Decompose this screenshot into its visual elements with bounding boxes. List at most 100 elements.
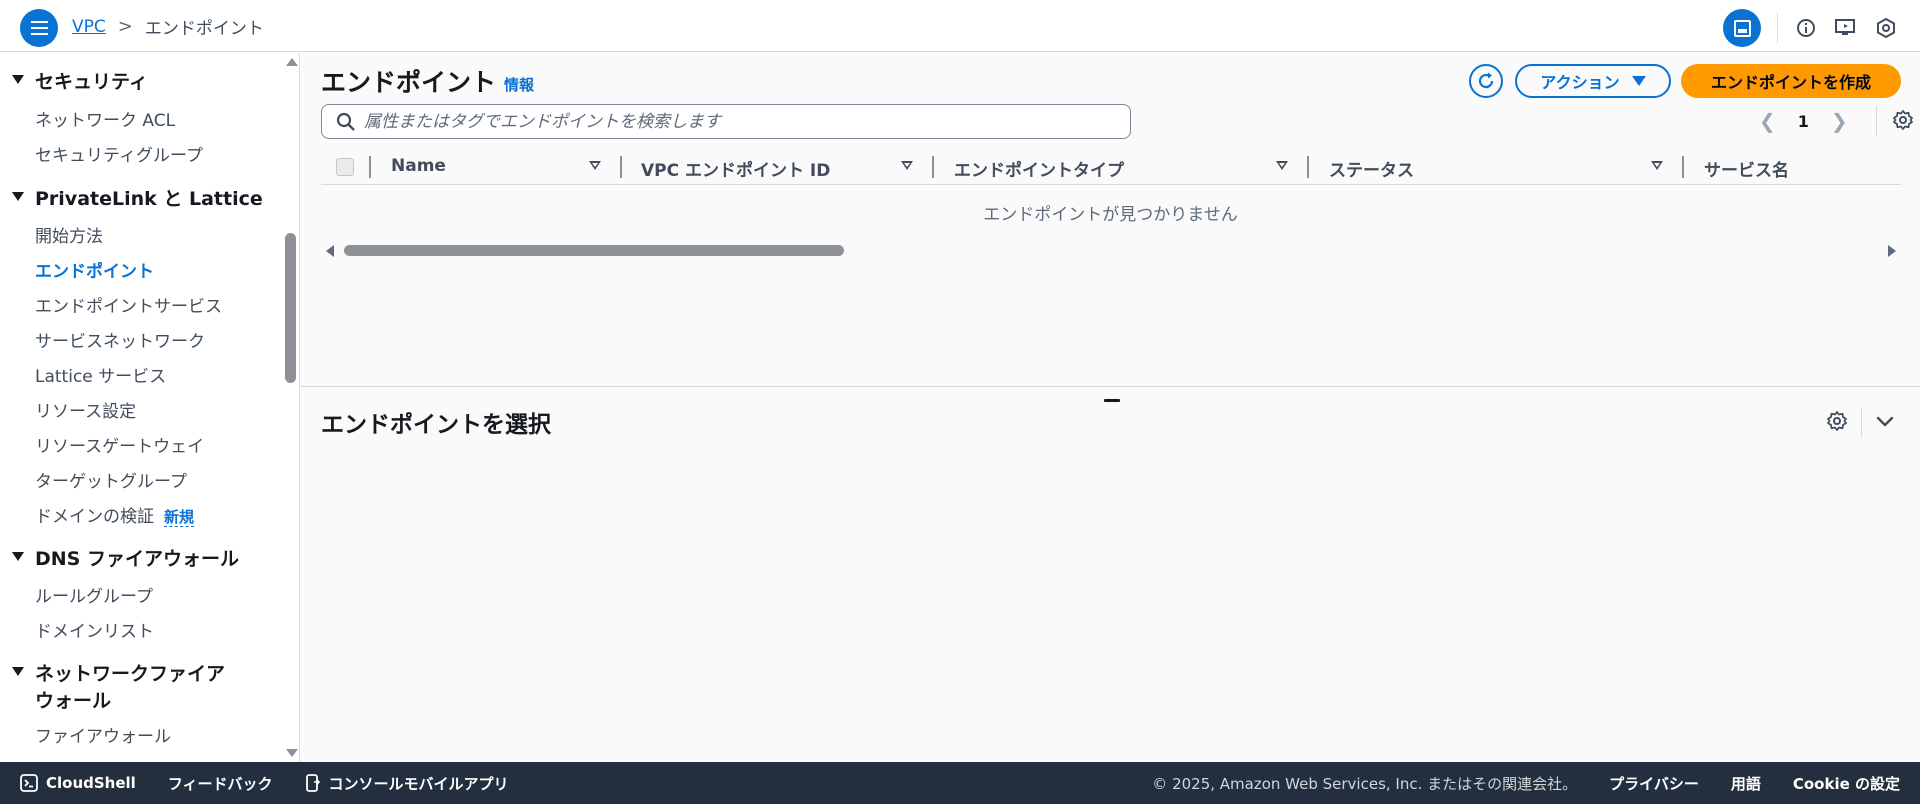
terms-link[interactable]: 用語 (1731, 773, 1761, 794)
sidebar-item-rule-groups[interactable]: ルールグループ (35, 582, 153, 607)
sidebar-item-endpoint-services[interactable]: エンドポイントサービス (35, 292, 222, 317)
column-divider (1307, 156, 1309, 178)
panel-layout-icon[interactable] (1723, 9, 1761, 47)
main-content: エンドポイント 情報 アクション エンドポイントを作成 ❮ 1 ❯ Name (301, 53, 1920, 762)
sidebar-item-firewalls[interactable]: ファイアウォール (35, 722, 171, 747)
mobile-app-link[interactable]: コンソールモバイルアプリ (305, 773, 509, 794)
menu-icon[interactable] (20, 9, 58, 47)
column-header-name[interactable]: Name (391, 156, 446, 176)
collapse-chevron-down-icon[interactable] (1874, 410, 1896, 436)
breadcrumb: VPC > エンドポイント (72, 14, 264, 39)
caret-down-icon (12, 552, 24, 561)
sidebar-item-domain-verification[interactable]: ドメインの検証 新規 (35, 502, 195, 527)
caret-down-icon (12, 192, 24, 201)
sidebar-item-network-acl[interactable]: ネットワーク ACL (35, 106, 175, 131)
table-header: Name VPC エンドポイント ID エンドポイントタイプ ステータス サービ… (321, 147, 1901, 185)
table-settings-gear-icon[interactable] (1892, 109, 1914, 135)
refresh-icon (1478, 72, 1494, 89)
previous-page-icon[interactable]: ❮ (1759, 109, 1776, 133)
cloudshell-button[interactable]: CloudShell (20, 774, 136, 792)
divider (1777, 13, 1778, 43)
info-link[interactable]: 情報 (504, 74, 534, 95)
detail-panel-title: エンドポイントを選択 (321, 412, 551, 438)
sidebar-item-resource-gateways[interactable]: リソースゲートウェイ (35, 432, 204, 457)
actions-label: アクション (1540, 73, 1620, 92)
divider (1876, 106, 1877, 136)
sidebar-item-service-networks[interactable]: サービスネットワーク (35, 327, 205, 352)
console-footer: CloudShell フィードバック コンソールモバイルアプリ © 2025, … (0, 762, 1920, 804)
create-endpoint-button[interactable]: エンドポイントを作成 (1681, 64, 1901, 98)
sidebar-section-privatelink[interactable]: PrivateLink と Lattice (12, 184, 263, 211)
refresh-button[interactable] (1469, 64, 1503, 98)
sidebar-item-target-groups[interactable]: ターゲットグループ (35, 467, 187, 492)
mobile-app-icon (305, 774, 320, 792)
column-header-status[interactable]: ステータス (1329, 156, 1414, 181)
search-icon (336, 112, 355, 131)
breadcrumb-current: エンドポイント (144, 19, 264, 39)
cloudshell-icon (20, 774, 38, 792)
divider (1861, 407, 1862, 437)
detail-settings-gear-icon[interactable] (1826, 410, 1848, 436)
sidebar-section-title-line1: ネットワークファイア (35, 663, 226, 685)
sidebar-item-resource-configurations[interactable]: リソース設定 (35, 397, 136, 422)
search-field[interactable] (321, 104, 1131, 139)
caret-down-icon (12, 75, 24, 84)
split-panel-drag-handle[interactable] (1104, 399, 1120, 402)
select-all-checkbox[interactable] (336, 158, 354, 176)
cookie-preferences-link[interactable]: Cookie の設定 (1793, 773, 1900, 794)
scroll-up-arrow-icon[interactable] (286, 58, 298, 66)
sort-icon[interactable] (589, 161, 601, 170)
sidebar-item-lattice-services[interactable]: Lattice サービス (35, 362, 166, 387)
column-header-endpoint-type[interactable]: エンドポイントタイプ (954, 156, 1124, 181)
sort-icon[interactable] (1276, 161, 1288, 170)
page-title: エンドポイント (321, 68, 497, 97)
column-header-vpc-endpoint-id[interactable]: VPC エンドポイント ID (641, 156, 830, 181)
caret-down-icon (12, 667, 24, 676)
sidebar-section-network-firewall[interactable]: ネットワークファイア ウォール (12, 659, 225, 713)
footer-right: © 2025, Amazon Web Services, Inc. またはその関… (1152, 773, 1900, 794)
copyright-text: © 2025, Amazon Web Services, Inc. またはその関… (1152, 774, 1578, 793)
scrollbar-thumb[interactable] (344, 245, 844, 256)
scroll-left-arrow-icon[interactable] (326, 245, 334, 257)
sidebar-section-title: PrivateLink と Lattice (35, 188, 263, 210)
next-page-icon[interactable]: ❯ (1831, 109, 1848, 133)
sidebar-section-security[interactable]: セキュリティ (12, 67, 148, 94)
empty-table-message: エンドポイントが見つかりません (983, 205, 1238, 225)
feedback-monitor-icon[interactable] (1834, 16, 1858, 40)
feedback-link[interactable]: フィードバック (168, 773, 273, 794)
caret-down-icon (1631, 76, 1646, 86)
sidebar-item-label: ドメインの検証 (35, 507, 154, 527)
scroll-down-arrow-icon[interactable] (286, 749, 298, 757)
sidebar-item-endpoints[interactable]: エンドポイント (35, 257, 154, 282)
column-divider (369, 156, 371, 178)
breadcrumb-separator-icon: > (117, 16, 133, 37)
endpoints-table-panel: エンドポイント 情報 アクション エンドポイントを作成 ❮ 1 ❯ Name (301, 53, 1920, 387)
side-navigation: セキュリティ ネットワーク ACL セキュリティグループ PrivateLink… (0, 53, 300, 762)
scrollbar-thumb[interactable] (285, 233, 296, 383)
breadcrumb-vpc-link[interactable]: VPC (72, 17, 106, 37)
new-badge: 新規 (164, 508, 195, 527)
horizontal-scrollbar[interactable] (321, 243, 1901, 259)
sidebar-section-title: DNS ファイアウォール (35, 548, 239, 570)
sidebar-section-title: セキュリティ (35, 71, 148, 93)
column-header-service-name[interactable]: サービス名 (1704, 156, 1789, 181)
sidebar-section-title: ネットワークファイア ウォール (35, 659, 225, 713)
hexagon-settings-icon[interactable] (1874, 16, 1898, 40)
sidebar-item-security-groups[interactable]: セキュリティグループ (35, 141, 203, 166)
mobile-app-label: コンソールモバイルアプリ (328, 774, 509, 793)
actions-dropdown-button[interactable]: アクション (1515, 64, 1671, 98)
current-page-number[interactable]: 1 (1798, 112, 1809, 131)
privacy-link[interactable]: プライバシー (1609, 773, 1699, 794)
sidebar-item-getting-started[interactable]: 開始方法 (35, 222, 103, 247)
sidebar-item-domain-lists[interactable]: ドメインリスト (35, 617, 154, 642)
sort-icon[interactable] (1651, 161, 1663, 170)
sidebar-section-dns-firewall[interactable]: DNS ファイアウォール (12, 544, 239, 571)
scroll-right-arrow-icon[interactable] (1888, 245, 1896, 257)
column-divider (1682, 156, 1684, 178)
search-input[interactable] (364, 111, 1104, 132)
sidebar-scrollbar[interactable] (284, 53, 298, 762)
footer-left: CloudShell フィードバック コンソールモバイルアプリ (20, 773, 509, 794)
info-icon[interactable] (1794, 16, 1818, 40)
sort-icon[interactable] (901, 161, 913, 170)
sidebar-section-title-line2: ウォール (35, 690, 112, 712)
